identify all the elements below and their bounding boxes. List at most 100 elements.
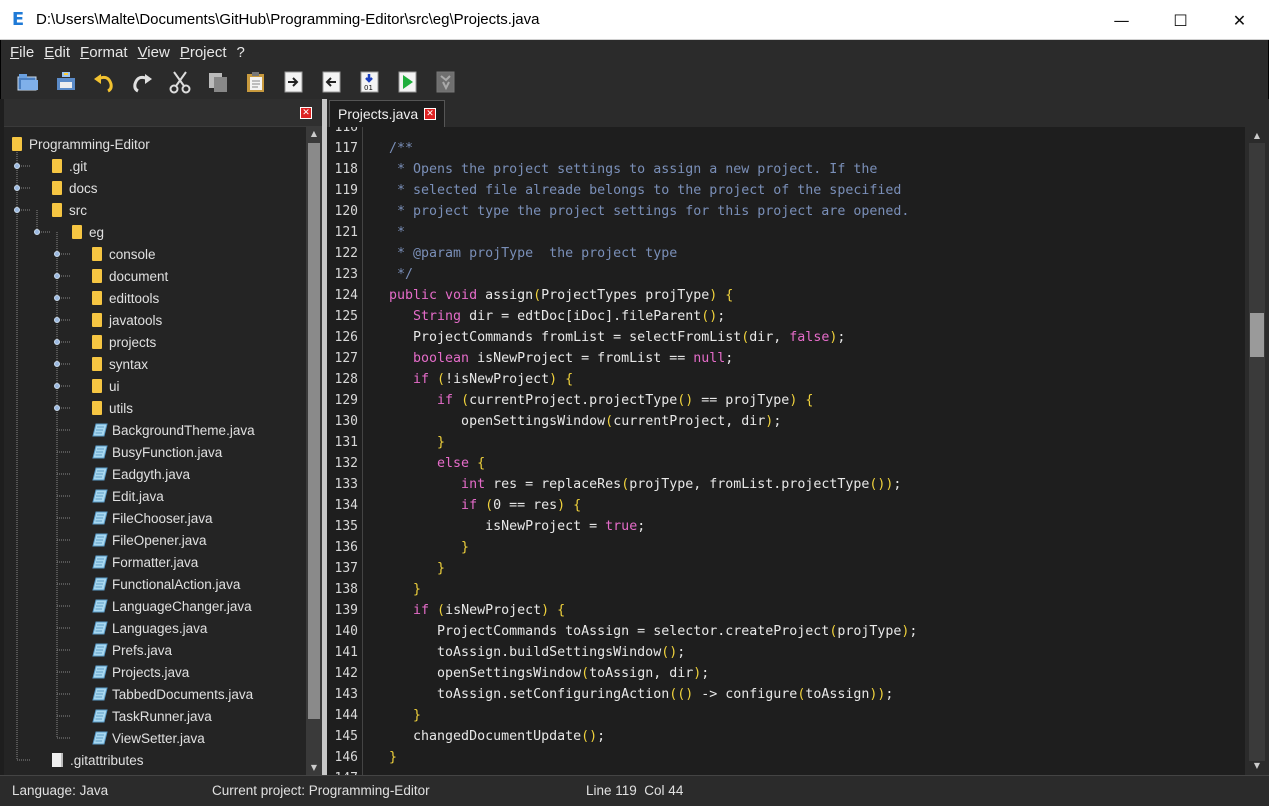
tree-file[interactable]: Edit.java <box>92 485 164 507</box>
editor-scroll-track[interactable] <box>1249 143 1265 761</box>
menu-format[interactable]: Format <box>75 44 133 61</box>
code-line[interactable]: if (!isNewProject) { <box>373 372 573 387</box>
code-line[interactable]: * project type the project settings for … <box>373 204 909 219</box>
code-token: ) <box>541 603 550 618</box>
file-tree-scroll-thumb[interactable] <box>308 143 320 719</box>
code-token: ( <box>621 477 630 492</box>
tree-file[interactable]: TaskRunner.java <box>92 705 212 727</box>
minimize-button[interactable]: — <box>1092 0 1151 40</box>
code-token: ; <box>893 477 902 492</box>
code-line[interactable]: * @param projType the project type <box>373 246 677 261</box>
tree-folder[interactable]: javatools <box>92 309 162 331</box>
code-editor[interactable]: 116 117 118 119 120 121 122 123 124 125 126 127 128 1… <box>327 127 1245 775</box>
tree-folder[interactable]: eg <box>72 221 104 243</box>
code-line[interactable]: * <box>373 225 405 240</box>
tree-file[interactable]: .gitattributes <box>52 749 144 771</box>
editor-scroll-down-icon[interactable]: ▼ <box>1249 759 1265 773</box>
line-number: 136 <box>334 540 358 555</box>
code-line[interactable]: boolean isNewProject = fromList == null; <box>373 351 733 366</box>
code-line[interactable]: } <box>373 750 397 765</box>
code-line[interactable]: } <box>373 435 445 450</box>
save-button[interactable] <box>47 67 85 97</box>
code-line[interactable]: } <box>373 561 445 576</box>
scroll-down-icon[interactable]: ▼ <box>306 761 322 775</box>
tree-root[interactable]: Programming-Editor <box>12 133 150 155</box>
close-file-tree-icon[interactable]: ✕ <box>300 107 312 119</box>
code-line[interactable]: ProjectCommands toAssign = selector.crea… <box>373 624 917 639</box>
file-tree-scrollbar[interactable]: ▲ ▼ <box>306 127 322 775</box>
copy-button[interactable] <box>199 67 237 97</box>
code-line[interactable]: openSettingsWindow(currentProject, dir); <box>373 414 781 429</box>
tree-file[interactable]: Eadgyth.java <box>92 463 190 485</box>
tree-file[interactable]: Projects.java <box>92 661 189 683</box>
tree-file[interactable]: TabbedDocuments.java <box>92 683 253 705</box>
scroll-up-icon[interactable]: ▲ <box>306 127 322 141</box>
tree-folder[interactable]: edittools <box>92 287 159 309</box>
code-line[interactable]: * Opens the project settings to assign a… <box>373 162 877 177</box>
code-line[interactable]: } <box>373 540 469 555</box>
editor-scroll-up-icon[interactable]: ▲ <box>1249 129 1265 143</box>
code-line[interactable]: isNewProject = true; <box>373 519 645 534</box>
tree-file[interactable]: Languages.java <box>92 617 207 639</box>
close-window-button[interactable]: ✕ <box>1210 0 1269 40</box>
tree-folder[interactable]: document <box>92 265 168 287</box>
redo-button[interactable] <box>123 67 161 97</box>
tree-folder[interactable]: src <box>52 199 87 221</box>
tree-file[interactable]: ViewSetter.java <box>92 727 205 749</box>
close-tab-icon[interactable]: ✕ <box>424 108 436 120</box>
menu-help[interactable]: ? <box>232 44 250 61</box>
code-line[interactable]: String dir = edtDoc[iDoc].fileParent(); <box>373 309 725 324</box>
tree-file[interactable]: FileOpener.java <box>92 529 207 551</box>
editor-scrollbar[interactable]: ▲ ▼ <box>1245 127 1269 775</box>
maximize-button[interactable]: ☐ <box>1151 0 1210 40</box>
code-line[interactable]: else { <box>373 456 485 471</box>
java-file-icon <box>92 709 108 723</box>
code-line[interactable]: toAssign.setConfiguringAction(() -> conf… <box>373 687 893 702</box>
menu-edit[interactable]: Edit <box>39 44 75 61</box>
stop-button[interactable] <box>427 67 465 97</box>
tree-file[interactable]: BusyFunction.java <box>92 441 222 463</box>
code-line[interactable]: if (0 == res) { <box>373 498 581 513</box>
editor-scroll-thumb[interactable] <box>1250 313 1264 357</box>
code-line[interactable]: */ <box>373 267 413 282</box>
indent-button[interactable] <box>275 67 313 97</box>
paste-button[interactable] <box>237 67 275 97</box>
undo-button[interactable] <box>85 67 123 97</box>
cut-button[interactable] <box>161 67 199 97</box>
code-line[interactable]: changedDocumentUpdate(); <box>373 729 605 744</box>
tab-projects-java[interactable]: Projects.java ✕ <box>329 100 445 127</box>
code-line[interactable]: public void assign(ProjectTypes projType… <box>373 288 733 303</box>
tree-file[interactable]: Prefs.java <box>92 639 172 661</box>
tree-folder[interactable]: ui <box>92 375 120 397</box>
menu-project[interactable]: Project <box>175 44 232 61</box>
run-button[interactable] <box>389 67 427 97</box>
code-line[interactable]: openSettingsWindow(toAssign, dir); <box>373 666 709 681</box>
compile-button[interactable]: 01 <box>351 67 389 97</box>
tree-folder[interactable]: projects <box>92 331 156 353</box>
code-line[interactable]: toAssign.buildSettingsWindow(); <box>373 645 685 660</box>
tree-folder[interactable]: .git <box>52 155 87 177</box>
code-line[interactable]: } <box>373 582 421 597</box>
code-line[interactable]: if (currentProject.projectType() == proj… <box>373 393 813 408</box>
tree-file[interactable]: Formatter.java <box>92 551 198 573</box>
tree-folder[interactable]: utils <box>92 397 133 419</box>
code-line[interactable]: /** <box>373 141 413 156</box>
tree-folder[interactable]: syntax <box>92 353 148 375</box>
menu-view[interactable]: View <box>133 44 175 61</box>
menu-file[interactable]: File <box>5 44 39 61</box>
open-button[interactable] <box>9 67 47 97</box>
tree-file[interactable]: LanguageChanger.java <box>92 595 252 617</box>
tree-file[interactable]: BackgroundTheme.java <box>92 419 255 441</box>
code-token: boolean <box>373 351 478 366</box>
code-line[interactable]: int res = replaceRes(projType, fromList.… <box>373 477 901 492</box>
tree-folder[interactable]: docs <box>52 177 98 199</box>
tree-item-label: Eadgyth.java <box>112 466 191 482</box>
tree-file[interactable]: FileChooser.java <box>92 507 213 529</box>
tree-file[interactable]: FunctionalAction.java <box>92 573 240 595</box>
code-line[interactable]: } <box>373 708 421 723</box>
code-line[interactable]: ProjectCommands fromList = selectFromLis… <box>373 330 845 345</box>
code-line[interactable]: * selected file alreade belongs to the p… <box>373 183 901 198</box>
code-line[interactable]: if (isNewProject) { <box>373 603 565 618</box>
tree-folder[interactable]: console <box>92 243 156 265</box>
outdent-button[interactable] <box>313 67 351 97</box>
